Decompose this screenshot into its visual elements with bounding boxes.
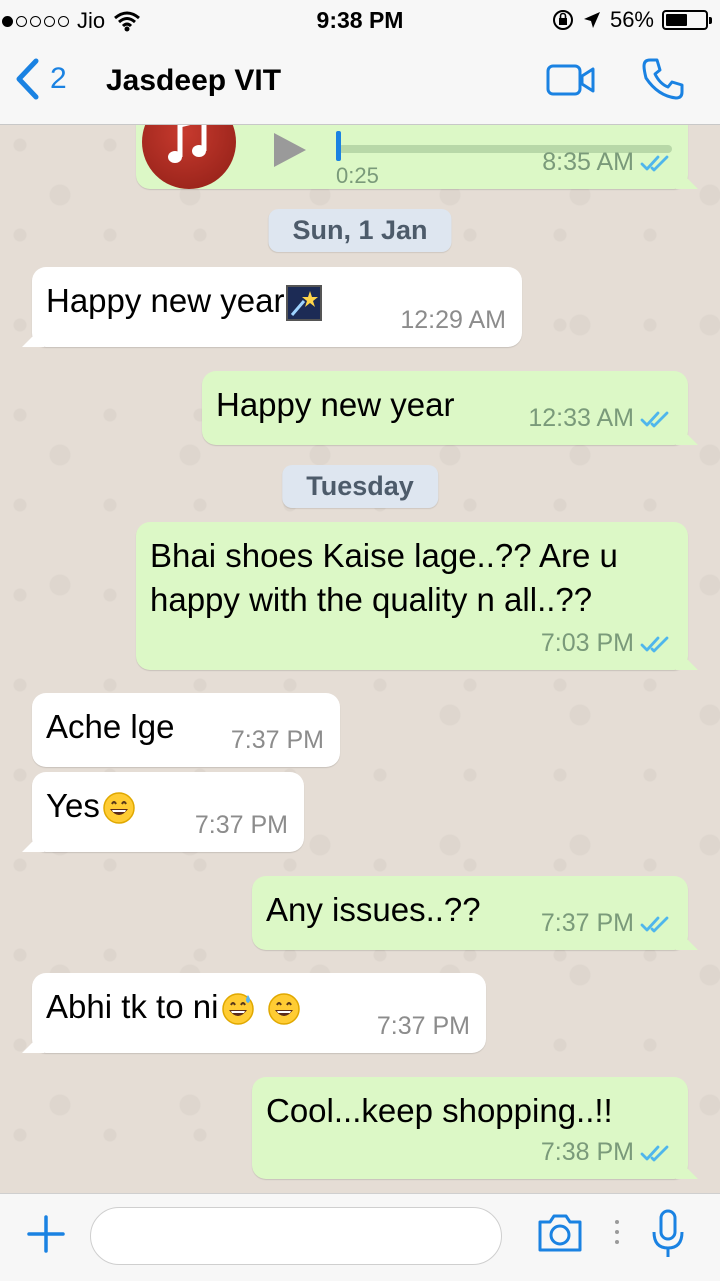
message-bubble-incoming[interactable]: Abhi tk to ni 7:37 PM (22, 973, 486, 1053)
message-text: Happy new year (46, 282, 285, 319)
play-icon[interactable] (274, 133, 306, 167)
message-time: 12:29 AM (400, 306, 506, 334)
message-bubble-incoming[interactable]: Ache lge 7:37 PM (32, 693, 340, 767)
back-button[interactable]: 2 (14, 58, 67, 100)
date-separator: Tuesday (282, 465, 438, 508)
message-text: Yes (46, 787, 100, 824)
camera-icon[interactable] (536, 1212, 584, 1254)
message-text-wrap: Abhi tk to ni (46, 985, 302, 1029)
message-time: 7:03 PM (540, 629, 634, 657)
message-input[interactable] (90, 1207, 502, 1265)
sweat-smile-emoji (222, 993, 255, 1026)
status-bar: Jio 9:38 PM 56% (0, 0, 720, 40)
message-time: 7:37 PM (540, 909, 634, 937)
mic-icon[interactable] (650, 1208, 686, 1260)
message-bubble-incoming[interactable]: Happy new year 12:29 AM (22, 267, 522, 347)
phone-call-icon[interactable] (640, 56, 686, 102)
chat-header: 2 Jasdeep VIT (0, 40, 720, 125)
message-bubble-outgoing[interactable]: Cool...keep shopping..!! 7:38 PM (252, 1077, 698, 1179)
message-text: Ache lge (46, 708, 175, 745)
message-text: Cool...keep shopping..!! (266, 1092, 613, 1129)
message-meta: 12:33 AM (528, 404, 672, 433)
double-tick-icon (640, 155, 669, 171)
audio-scrubber[interactable] (336, 131, 341, 161)
message-meta: 7:37 PM (195, 811, 288, 840)
double-tick-icon (640, 916, 669, 932)
message-text-wrap: Yes (46, 784, 136, 828)
video-call-icon[interactable] (546, 64, 596, 96)
message-meta: 7:37 PM (377, 1012, 470, 1041)
message-time: 8:35 AM (542, 148, 634, 176)
music-note-icon (168, 125, 207, 163)
message-bubble-incoming[interactable]: Yes 7:37 PM (22, 772, 304, 852)
battery-icon (662, 10, 712, 30)
orientation-lock-icon (552, 10, 573, 30)
message-text: Happy new year (216, 386, 455, 423)
battery-percent: 56% (609, 7, 654, 32)
message-meta: 7:37 PM (541, 909, 672, 938)
message-text: Bhai shoes Kaise lage..?? Are u happy wi… (150, 537, 618, 618)
status-right: 56% (552, 7, 712, 33)
grinning-emoji (268, 993, 301, 1026)
audio-album-art (142, 125, 236, 189)
double-tick-icon (640, 636, 669, 652)
message-meta: 7:03 PM (541, 629, 672, 658)
message-bubble-outgoing[interactable]: Bhai shoes Kaise lage..?? Are u happy wi… (136, 522, 698, 670)
message-time: 7:37 PM (376, 1012, 470, 1040)
separator-dots (615, 1220, 619, 1244)
contact-name[interactable]: Jasdeep VIT (106, 64, 281, 98)
date-separator: Sun, 1 Jan (268, 209, 452, 252)
message-time: 7:37 PM (230, 726, 324, 754)
message-bubble-outgoing[interactable]: Happy new year 12:33 AM (202, 371, 698, 445)
message-meta: 7:37 PM (231, 726, 324, 755)
message-text: Abhi tk to ni (46, 988, 219, 1025)
message-time: 7:38 PM (540, 1138, 634, 1166)
audio-duration: 0:25 (336, 163, 379, 188)
double-tick-icon (640, 411, 669, 427)
message-time: 12:33 AM (528, 404, 634, 432)
unread-count: 2 (50, 62, 67, 95)
location-arrow-icon (583, 12, 600, 28)
grinning-emoji (103, 792, 135, 825)
message-meta: 12:29 AM (400, 306, 506, 335)
double-tick-icon (640, 1145, 669, 1161)
plus-icon[interactable] (26, 1214, 66, 1254)
back-chevron-icon (16, 58, 39, 100)
composer-bar (0, 1193, 720, 1281)
chat-area[interactable]: 0:25 8:35 AM Sun, 1 Jan Happy new year 1… (0, 125, 720, 1193)
message-meta: 8:35 AM (542, 148, 672, 177)
message-text-wrap: Happy new year (46, 279, 323, 323)
message-meta: 7:38 PM (541, 1138, 672, 1167)
message-text: Any issues..?? (266, 891, 481, 928)
shooting-star-emoji (286, 285, 323, 322)
message-bubble-outgoing[interactable]: Any issues..?? 7:37 PM (252, 876, 698, 950)
message-time: 7:37 PM (194, 811, 288, 839)
audio-message-bubble[interactable]: 0:25 8:35 AM (136, 125, 698, 189)
